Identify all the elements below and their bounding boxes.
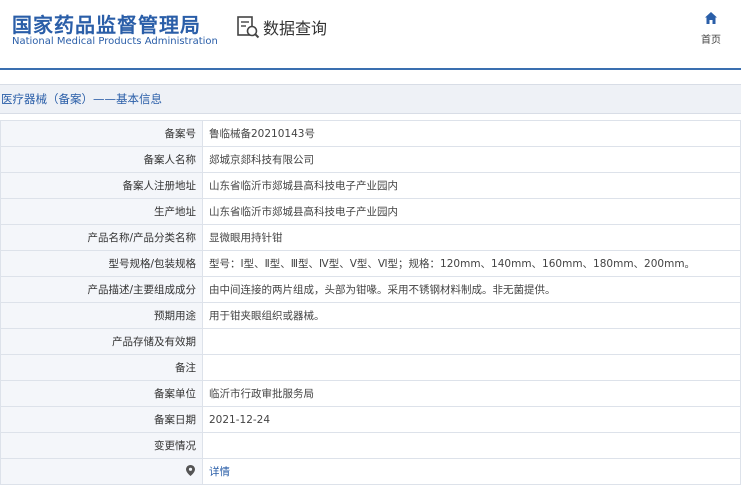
table-row: 备案单位 临沂市行政审批服务局: [0, 380, 741, 407]
table-row: 备案人名称 郯城京郯科技有限公司: [0, 146, 741, 173]
row-value: 2021-12-24: [202, 406, 741, 433]
table-row-detail: 详情: [0, 458, 741, 485]
row-label: 备注: [0, 354, 203, 381]
row-label: 备案人名称: [0, 146, 203, 173]
site-header: 国家药品监督管理局 National Medical Products Admi…: [0, 0, 741, 70]
site-logo-cn[interactable]: 国家药品监督管理局: [12, 9, 201, 38]
detail-row-value: 详情: [202, 458, 741, 485]
table-row: 备案日期 2021-12-24: [0, 406, 741, 433]
data-query-title: 数据查询: [236, 15, 327, 39]
table-row: 产品描述/主要组成成分 由中间连接的两片组成，头部为钳喙。采用不锈钢材料制成。非无…: [0, 276, 741, 303]
row-value: 用于钳夹眼组织或器械。: [202, 302, 741, 329]
table-row: 备案号 鲁临械备20210143号: [0, 120, 741, 147]
table-row: 产品存储及有效期: [0, 328, 741, 355]
row-value: 由中间连接的两片组成，头部为钳喙。采用不锈钢材料制成。非无菌提供。: [202, 276, 741, 303]
row-value: 显微眼用持针钳: [202, 224, 741, 251]
home-icon: [705, 12, 717, 24]
row-label: 备案人注册地址: [0, 172, 203, 199]
row-label: 备案单位: [0, 380, 203, 407]
row-value: 鲁临械备20210143号: [202, 120, 741, 147]
data-query-label: 数据查询: [263, 19, 328, 38]
row-label: 备案日期: [0, 406, 203, 433]
row-label: 型号规格/包装规格: [0, 250, 203, 277]
row-label: 备案号: [0, 120, 203, 147]
home-link[interactable]: 首页: [697, 11, 725, 47]
row-value: 型号：Ⅰ型、Ⅱ型、Ⅲ型、Ⅳ型、Ⅴ型、Ⅵ型；规格：120mm、140mm、160m…: [202, 250, 741, 277]
row-value: 临沂市行政审批服务局: [202, 380, 741, 407]
detail-row-label: [0, 458, 203, 485]
row-value: 山东省临沂市郯城县高科技电子产业园内: [202, 172, 741, 199]
table-row: 产品名称/产品分类名称 显微眼用持针钳: [0, 224, 741, 251]
details-link[interactable]: 详情: [209, 466, 230, 478]
row-value: [202, 354, 741, 381]
row-label: 预期用途: [0, 302, 203, 329]
row-value: 郯城京郯科技有限公司: [202, 146, 741, 173]
row-value: [202, 328, 741, 355]
home-label: 首页: [701, 35, 721, 46]
table-row: 备注: [0, 354, 741, 381]
table-row: 生产地址 山东省临沂市郯城县高科技电子产业园内: [0, 198, 741, 225]
table-row: 备案人注册地址 山东省临沂市郯城县高科技电子产业园内: [0, 172, 741, 199]
row-value: [202, 432, 741, 459]
map-pin-icon: [186, 465, 195, 476]
site-logo-en[interactable]: National Medical Products Administration: [12, 36, 218, 47]
section-title: 医疗器械（备案）——基本信息: [0, 84, 741, 114]
row-label: 产品存储及有效期: [0, 328, 203, 355]
document-search-icon: [237, 16, 260, 39]
row-label: 产品名称/产品分类名称: [0, 224, 203, 251]
table-row: 变更情况: [0, 432, 741, 459]
row-label: 生产地址: [0, 198, 203, 225]
row-value: 山东省临沂市郯城县高科技电子产业园内: [202, 198, 741, 225]
table-row: 型号规格/包装规格 型号：Ⅰ型、Ⅱ型、Ⅲ型、Ⅳ型、Ⅴ型、Ⅵ型；规格：120mm、1…: [0, 250, 741, 277]
row-label: 产品描述/主要组成成分: [0, 276, 203, 303]
row-label: 变更情况: [0, 432, 203, 459]
info-table: 备案号 鲁临械备20210143号 备案人名称 郯城京郯科技有限公司 备案人注册地址 山东…: [0, 120, 741, 485]
table-row: 预期用途 用于钳夹眼组织或器械。: [0, 302, 741, 329]
